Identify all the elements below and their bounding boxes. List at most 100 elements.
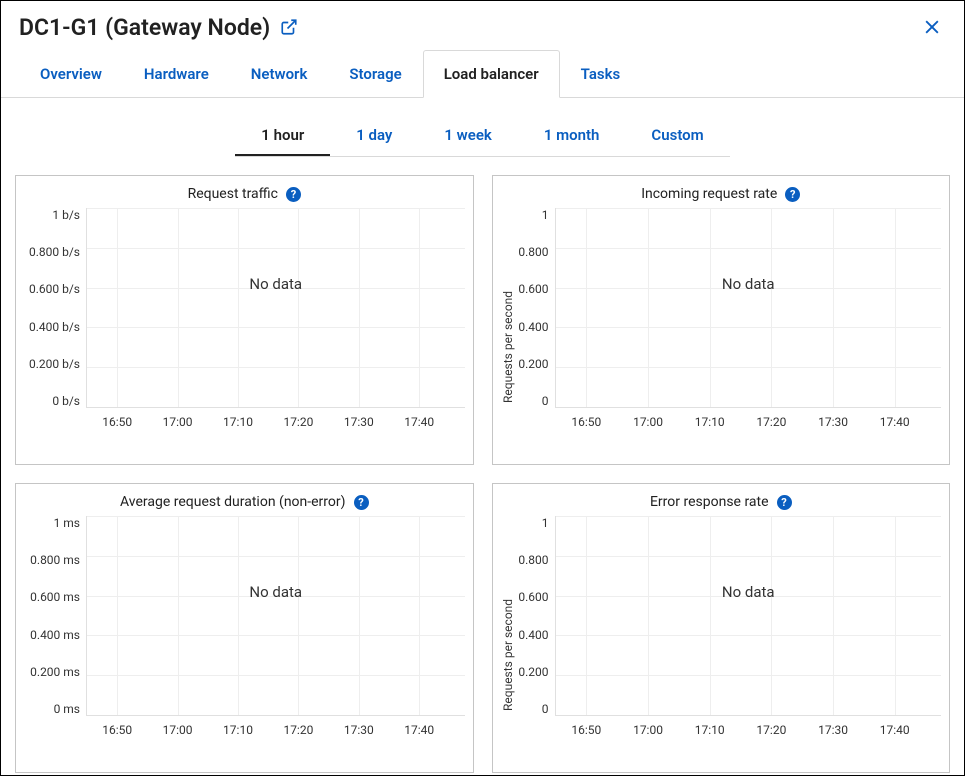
no-data-label: No data bbox=[249, 275, 302, 293]
tab-tasks[interactable]: Tasks bbox=[560, 50, 642, 98]
x-tick: 16:50 bbox=[571, 723, 601, 737]
x-tick: 17:10 bbox=[223, 723, 253, 737]
x-tick: 17:40 bbox=[880, 415, 910, 429]
plot-area: 1 0.800 0.600 0.400 0.200 0 bbox=[515, 208, 942, 456]
tab-network[interactable]: Network bbox=[230, 50, 329, 98]
main-tabs: Overview Hardware Network Storage Load b… bbox=[1, 49, 964, 98]
no-data-label: No data bbox=[722, 275, 775, 293]
y-tick: 0.600 bbox=[518, 590, 548, 604]
help-icon[interactable]: ? bbox=[286, 187, 301, 202]
y-tick: 0 b/s bbox=[52, 394, 80, 408]
chart-title-row: Incoming request rate ? bbox=[501, 186, 942, 202]
y-tick: 0.400 bbox=[518, 320, 548, 334]
y-tick: 1 ms bbox=[54, 516, 80, 530]
y-tick: 0.200 bbox=[518, 665, 548, 679]
plot-grid: 1 0.800 0.600 0.400 0.200 0 bbox=[515, 516, 942, 764]
plot-area: 1 b/s 0.800 b/s 0.600 b/s 0.400 b/s 0.20… bbox=[24, 208, 465, 456]
x-tick: 17:10 bbox=[695, 723, 725, 737]
x-tick: 17:40 bbox=[880, 723, 910, 737]
time-range-tabs-inner: 1 hour 1 day 1 week 1 month Custom bbox=[235, 116, 729, 157]
chart-avg-duration: Average request duration (non-error) ? 1… bbox=[15, 483, 474, 773]
x-tick: 17:20 bbox=[756, 723, 786, 737]
header-left: DC1-G1 (Gateway Node) bbox=[19, 14, 298, 41]
x-tick: 17:30 bbox=[344, 723, 374, 737]
x-tick: 16:50 bbox=[102, 415, 132, 429]
x-tick: 17:20 bbox=[283, 415, 313, 429]
tab-overview[interactable]: Overview bbox=[19, 50, 123, 98]
y-tick: 0.400 ms bbox=[30, 628, 80, 642]
x-tick: 17:00 bbox=[633, 415, 663, 429]
chart-title: Request traffic bbox=[188, 186, 278, 202]
time-tab-1month[interactable]: 1 month bbox=[518, 116, 626, 156]
tab-storage[interactable]: Storage bbox=[328, 50, 422, 98]
y-tick: 0.800 b/s bbox=[29, 245, 80, 259]
y-axis-label: Requests per second bbox=[501, 516, 515, 764]
chart-title-row: Error response rate ? bbox=[501, 494, 942, 510]
x-tick: 17:20 bbox=[283, 723, 313, 737]
y-tick: 0.400 b/s bbox=[29, 320, 80, 334]
y-tick: 0.800 ms bbox=[30, 553, 80, 567]
y-ticks: 1 b/s 0.800 b/s 0.600 b/s 0.400 b/s 0.20… bbox=[24, 208, 86, 408]
time-tab-1day[interactable]: 1 day bbox=[330, 116, 418, 156]
y-tick: 0.800 bbox=[518, 553, 548, 567]
y-tick: 1 bbox=[542, 516, 549, 530]
y-tick: 1 b/s bbox=[52, 208, 80, 222]
grid-box: No data 16:50 17:00 17:10 17:20 17:30 17… bbox=[86, 208, 465, 408]
chart-body: Requests per second 1 0.800 0.600 0.400 … bbox=[501, 208, 942, 456]
x-tick: 16:50 bbox=[102, 723, 132, 737]
page-title: DC1-G1 (Gateway Node) bbox=[19, 14, 270, 41]
x-ticks: 16:50 17:00 17:10 17:20 17:30 17:40 bbox=[556, 415, 942, 433]
close-icon[interactable] bbox=[918, 13, 946, 41]
chart-request-traffic: Request traffic ? 1 b/s 0.800 b/s 0.600 … bbox=[15, 175, 474, 465]
chart-body: Requests per second 1 0.800 0.600 0.400 … bbox=[501, 516, 942, 764]
y-tick: 0.400 bbox=[518, 628, 548, 642]
time-tab-1week[interactable]: 1 week bbox=[418, 116, 517, 156]
grid-box: No data 16:50 17:00 17:10 17:20 17:30 17… bbox=[86, 516, 465, 716]
plot-grid: 1 ms 0.800 ms 0.600 ms 0.400 ms 0.200 ms… bbox=[24, 516, 465, 764]
charts-grid: Request traffic ? 1 b/s 0.800 b/s 0.600 … bbox=[1, 175, 964, 773]
x-tick: 17:10 bbox=[223, 415, 253, 429]
help-icon[interactable]: ? bbox=[777, 495, 792, 510]
x-tick: 17:00 bbox=[163, 723, 193, 737]
open-external-icon[interactable] bbox=[280, 18, 298, 36]
y-tick: 0 ms bbox=[54, 702, 80, 716]
panel-header: DC1-G1 (Gateway Node) bbox=[1, 1, 964, 49]
help-icon[interactable]: ? bbox=[354, 495, 369, 510]
chart-incoming-rate: Incoming request rate ? Requests per sec… bbox=[492, 175, 951, 465]
x-ticks: 16:50 17:00 17:10 17:20 17:30 17:40 bbox=[87, 415, 465, 433]
x-tick: 17:30 bbox=[818, 415, 848, 429]
help-icon[interactable]: ? bbox=[785, 187, 800, 202]
y-tick: 0.600 b/s bbox=[29, 282, 80, 296]
plot-grid: 1 b/s 0.800 b/s 0.600 b/s 0.400 b/s 0.20… bbox=[24, 208, 465, 456]
x-tick: 17:40 bbox=[404, 415, 434, 429]
y-tick: 0.600 ms bbox=[30, 590, 80, 604]
y-tick: 0 bbox=[542, 394, 549, 408]
x-tick: 16:50 bbox=[571, 415, 601, 429]
y-tick: 1 bbox=[542, 208, 549, 222]
time-tab-1hour[interactable]: 1 hour bbox=[235, 116, 330, 156]
x-tick: 17:20 bbox=[756, 415, 786, 429]
plot-grid: 1 0.800 0.600 0.400 0.200 0 bbox=[515, 208, 942, 456]
chart-title: Average request duration (non-error) bbox=[120, 494, 346, 510]
plot-area: 1 0.800 0.600 0.400 0.200 0 bbox=[515, 516, 942, 764]
y-tick: 0.200 bbox=[518, 357, 548, 371]
y-tick: 0.600 bbox=[518, 282, 548, 296]
grid-box: No data 16:50 17:00 17:10 17:20 17:30 17… bbox=[555, 516, 942, 716]
x-tick: 17:30 bbox=[344, 415, 374, 429]
time-range-tabs: 1 hour 1 day 1 week 1 month Custom bbox=[1, 116, 964, 157]
chart-error-rate: Error response rate ? Requests per secon… bbox=[492, 483, 951, 773]
time-tab-custom[interactable]: Custom bbox=[625, 116, 729, 156]
tab-load-balancer[interactable]: Load balancer bbox=[423, 50, 560, 98]
chart-title-row: Request traffic ? bbox=[24, 186, 465, 202]
node-detail-panel: DC1-G1 (Gateway Node) Overview Hardware … bbox=[0, 0, 965, 776]
y-ticks: 1 0.800 0.600 0.400 0.200 0 bbox=[515, 208, 555, 408]
y-tick: 0.200 b/s bbox=[29, 357, 80, 371]
chart-title: Error response rate bbox=[650, 494, 769, 510]
tab-hardware[interactable]: Hardware bbox=[123, 50, 230, 98]
y-tick: 0 bbox=[542, 702, 549, 716]
y-tick: 0.200 ms bbox=[30, 665, 80, 679]
y-axis-label: Requests per second bbox=[501, 208, 515, 456]
x-ticks: 16:50 17:00 17:10 17:20 17:30 17:40 bbox=[87, 723, 465, 741]
grid-box: No data 16:50 17:00 17:10 17:20 17:30 17… bbox=[555, 208, 942, 408]
y-ticks: 1 0.800 0.600 0.400 0.200 0 bbox=[515, 516, 555, 716]
